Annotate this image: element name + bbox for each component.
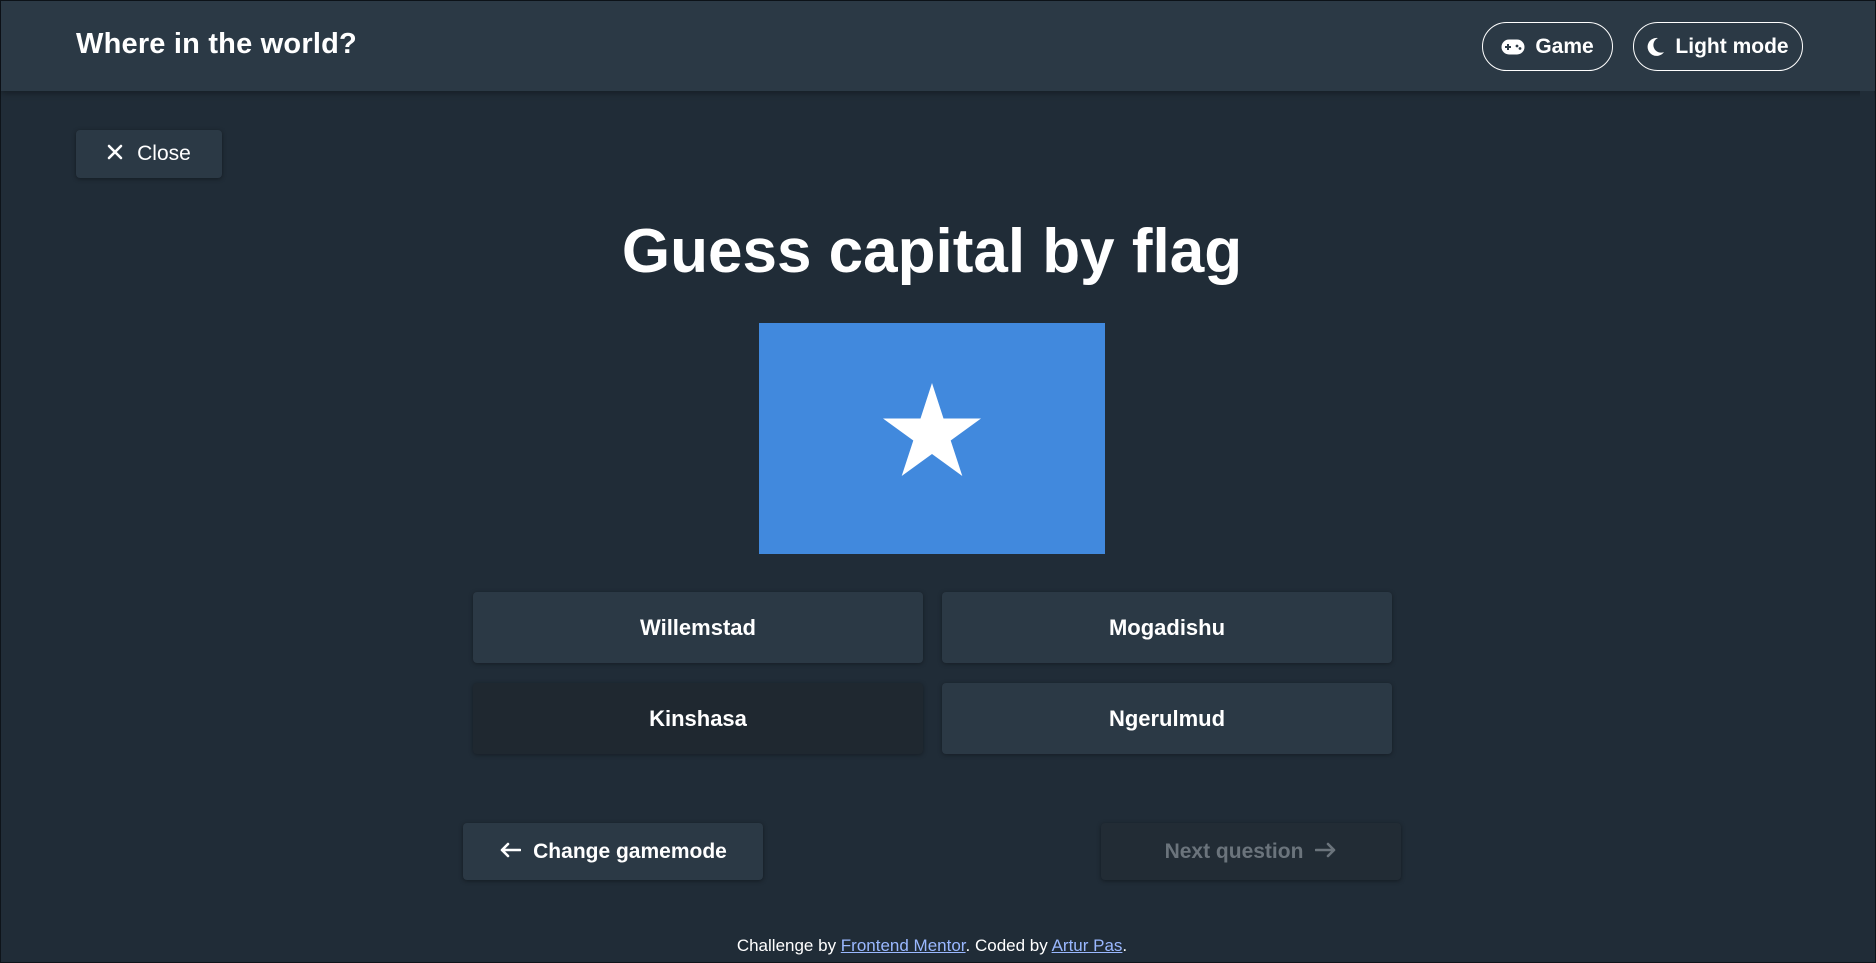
flag-somalia-icon <box>883 383 981 476</box>
footer-middle: . Coded by <box>965 936 1052 955</box>
scrollbar[interactable] <box>1860 91 1874 962</box>
arrow-right-icon <box>1315 840 1337 864</box>
light-mode-button[interactable]: Light mode <box>1633 22 1803 71</box>
footer: Challenge by Frontend Mentor. Coded by A… <box>1 936 1863 956</box>
frontend-mentor-link[interactable]: Frontend Mentor <box>841 936 966 955</box>
light-mode-label: Light mode <box>1675 34 1789 58</box>
close-label: Close <box>137 142 191 165</box>
answer-option-1[interactable]: Willemstad <box>473 592 923 663</box>
header-bar: Where in the world? Game Light mode <box>1 1 1875 91</box>
next-question-button[interactable]: Next question <box>1101 823 1401 880</box>
moon-icon <box>1647 37 1665 57</box>
change-gamemode-label: Change gamemode <box>533 839 727 863</box>
next-question-label: Next question <box>1164 839 1304 863</box>
close-icon <box>107 142 123 166</box>
close-button[interactable]: Close <box>76 130 222 178</box>
arrow-left-icon <box>499 840 522 864</box>
gamepad-icon <box>1501 39 1525 55</box>
footer-suffix: . <box>1122 936 1128 955</box>
app-title: Where in the world? <box>76 28 357 60</box>
page-title: Guess capital by flag <box>621 217 1243 286</box>
answer-option-3[interactable]: Kinshasa <box>473 683 923 754</box>
author-link[interactable]: Artur Pas <box>1052 936 1123 955</box>
answer-option-4[interactable]: Ngerulmud <box>942 683 1392 754</box>
game-button-label: Game <box>1535 34 1594 58</box>
change-gamemode-button[interactable]: Change gamemode <box>463 823 763 880</box>
flag-image <box>759 323 1105 554</box>
answer-option-2[interactable]: Mogadishu <box>942 592 1392 663</box>
footer-prefix: Challenge by <box>736 936 841 955</box>
game-button[interactable]: Game <box>1482 22 1613 71</box>
